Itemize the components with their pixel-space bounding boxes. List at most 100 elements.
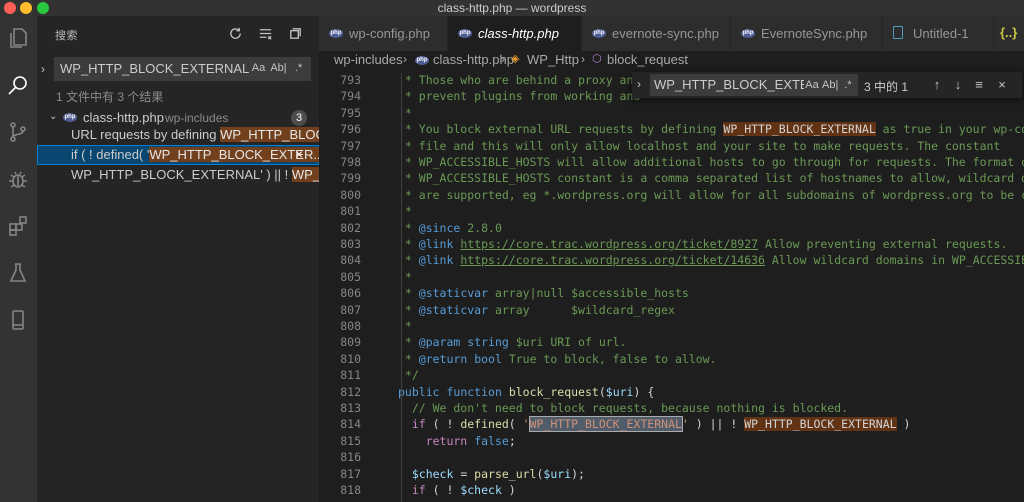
code-line: * @link https://core.trac.wordpress.org/… xyxy=(398,237,1008,251)
editor-tab-bar: php wp-config.php php class-http.php php… xyxy=(319,16,1024,51)
whole-word-icon[interactable]: Ab| xyxy=(270,60,287,77)
extensions-icon[interactable] xyxy=(4,212,32,240)
line-number: 805 xyxy=(340,269,361,284)
line-number: 811 xyxy=(340,368,361,383)
find-options: Aa Ab| .* xyxy=(804,77,856,93)
result-file-name: class-http.php xyxy=(83,110,164,125)
code-line: if ( ! $check ) xyxy=(398,483,516,497)
result-file-path: wp-includes xyxy=(165,111,229,125)
search-input-value: WP_HTTP_BLOCK_EXTERNAL xyxy=(60,61,250,76)
line-number: 812 xyxy=(340,384,361,399)
source-control-icon[interactable] xyxy=(4,118,32,146)
chevron-right-icon: › xyxy=(581,52,585,66)
line-number: 804 xyxy=(340,253,361,268)
search-icon[interactable] xyxy=(4,71,32,99)
code-line: * WP_ACCESSIBLE_HOSTS will allow additio… xyxy=(398,155,1024,169)
tab-label: evernote-sync.php xyxy=(612,26,719,41)
test-flask-icon[interactable] xyxy=(4,259,32,287)
indent-guide xyxy=(401,73,402,502)
code-content[interactable]: * Those who are behind a proxy and * pre… xyxy=(398,69,1024,502)
regex-icon[interactable]: .* xyxy=(290,60,307,77)
code-line: public function block_request($uri) { xyxy=(398,384,655,399)
previous-match-icon[interactable]: ↑ xyxy=(928,76,946,94)
search-options: Aa Ab| .* xyxy=(250,60,307,77)
result-count-badge: 3 xyxy=(291,110,307,126)
clear-results-icon[interactable] xyxy=(255,23,275,43)
tab-wp-config[interactable]: php wp-config.php xyxy=(319,16,448,51)
match-highlight: WP_HTTP_BLOCK_... xyxy=(220,127,319,142)
tab-class-http[interactable]: php class-http.php xyxy=(448,16,582,51)
match-text: URL requests by defining xyxy=(71,127,221,142)
device-icon[interactable] xyxy=(4,306,32,334)
toggle-replace-icon[interactable]: › xyxy=(637,77,641,91)
line-number: 802 xyxy=(340,220,361,235)
json-icon: {..} xyxy=(1000,25,1018,40)
line-number: 808 xyxy=(340,319,361,333)
match-highlight: WP_HTTP_BLOCK_EXTER... xyxy=(149,147,319,162)
breadcrumb-folder[interactable]: wp-includes xyxy=(334,52,403,67)
line-number: 814 xyxy=(340,417,361,432)
whole-word-icon[interactable]: Ab| xyxy=(822,77,838,93)
match-case-icon[interactable]: Aa xyxy=(250,60,267,77)
regex-icon[interactable]: .* xyxy=(840,77,856,93)
file-icon xyxy=(893,26,903,39)
dismiss-match-icon[interactable]: × xyxy=(295,146,303,162)
class-icon: ◈ xyxy=(511,53,520,65)
line-number: 818 xyxy=(340,483,361,497)
find-in-selection-icon[interactable]: ≡ xyxy=(970,76,988,94)
tab-untitled-1[interactable]: Untitled-1 xyxy=(883,16,994,51)
chevron-down-icon[interactable]: ⌄ xyxy=(49,111,57,122)
find-widget: › WP_HTTP_BLOCK_EXTERN/ Aa Ab| .* 3 中的 1… xyxy=(632,72,1022,98)
php-file-icon: php xyxy=(458,29,472,38)
tab-evernotesync[interactable]: php EvernoteSync.php xyxy=(731,16,883,51)
method-icon: ⬡ xyxy=(592,53,602,65)
files-icon[interactable] xyxy=(4,24,32,52)
tab-label: wp-config.php xyxy=(349,26,430,41)
code-editor[interactable]: 793 794 795 796 797 798 799 800 801 802 803 804 805 8… xyxy=(319,69,1024,502)
find-input[interactable]: WP_HTTP_BLOCK_EXTERN/ Aa Ab| .* xyxy=(650,74,858,96)
breadcrumb-class[interactable]: WP_Http xyxy=(527,52,579,67)
line-number: 794 xyxy=(340,89,361,104)
code-line: * prevent plugins from working and xyxy=(398,89,648,104)
search-match-row[interactable]: WP_HTTP_BLOCK_EXTERNAL' ) || ! WP_HTTP..… xyxy=(37,165,319,185)
next-match-icon[interactable]: ↓ xyxy=(949,76,967,94)
refresh-icon[interactable] xyxy=(225,23,245,43)
line-number: 799 xyxy=(340,171,361,186)
sidebar-title: 搜索 xyxy=(55,30,78,42)
line-number: 813 xyxy=(340,401,361,415)
code-line: * @param string $uri URI of url. xyxy=(398,335,627,350)
toggle-replace-icon[interactable]: › xyxy=(41,62,45,76)
debug-icon[interactable] xyxy=(4,165,32,193)
php-file-icon: php xyxy=(329,29,343,38)
breadcrumb: wp-includes › php class-http.php › ◈ WP_… xyxy=(319,51,1024,69)
breadcrumb-method[interactable]: block_request xyxy=(607,52,688,67)
php-file-icon: php xyxy=(741,29,755,38)
search-match-row[interactable]: URL requests by defining WP_HTTP_BLOCK_.… xyxy=(37,125,319,145)
code-line: return false; xyxy=(398,433,516,448)
line-number: 809 xyxy=(340,335,361,350)
tab-label: class-http.php xyxy=(478,26,559,41)
code-line: * @link https://core.trac.wordpress.org/… xyxy=(398,253,1024,268)
match-text: if ( ! defined( ' xyxy=(71,147,150,162)
code-line: * You block external URL requests by def… xyxy=(398,122,1024,137)
tab-json[interactable]: {..} xyxy=(994,16,1024,51)
search-sidebar: 搜索 › WP_HTTP_BLOCK_EXTERNAL Aa Ab| .* 1 … xyxy=(37,16,319,502)
match-case-icon[interactable]: Aa xyxy=(804,77,820,93)
search-match-row-selected[interactable]: if ( ! defined( 'WP_HTTP_BLOCK_EXTER... … xyxy=(37,145,319,165)
line-number: 798 xyxy=(340,155,361,169)
title-bar: class-http.php — wordpress xyxy=(0,0,1024,16)
line-number: 796 xyxy=(340,122,361,137)
code-line: * WP_ACCESSIBLE_HOSTS constant is a comm… xyxy=(398,171,1024,186)
code-line: if ( ! defined( 'WP_HTTP_BLOCK_EXTERNAL'… xyxy=(398,416,911,433)
search-input[interactable]: WP_HTTP_BLOCK_EXTERNAL Aa Ab| .* xyxy=(54,57,311,81)
line-number: 803 xyxy=(340,237,361,251)
line-number: 810 xyxy=(340,351,361,366)
result-summary: 1 文件中有 3 个结果 xyxy=(56,90,164,104)
tab-evernote-sync[interactable]: php evernote-sync.php xyxy=(582,16,731,51)
match-text: WP_HTTP_BLOCK_EXTERNAL' ) || ! xyxy=(71,167,292,182)
close-icon[interactable]: × xyxy=(993,76,1011,94)
tab-label: Untitled-1 xyxy=(913,26,969,41)
line-number: 815 xyxy=(340,433,361,448)
collapse-all-icon[interactable] xyxy=(285,23,305,43)
code-line: * @return bool True to block, false to a… xyxy=(398,351,717,366)
